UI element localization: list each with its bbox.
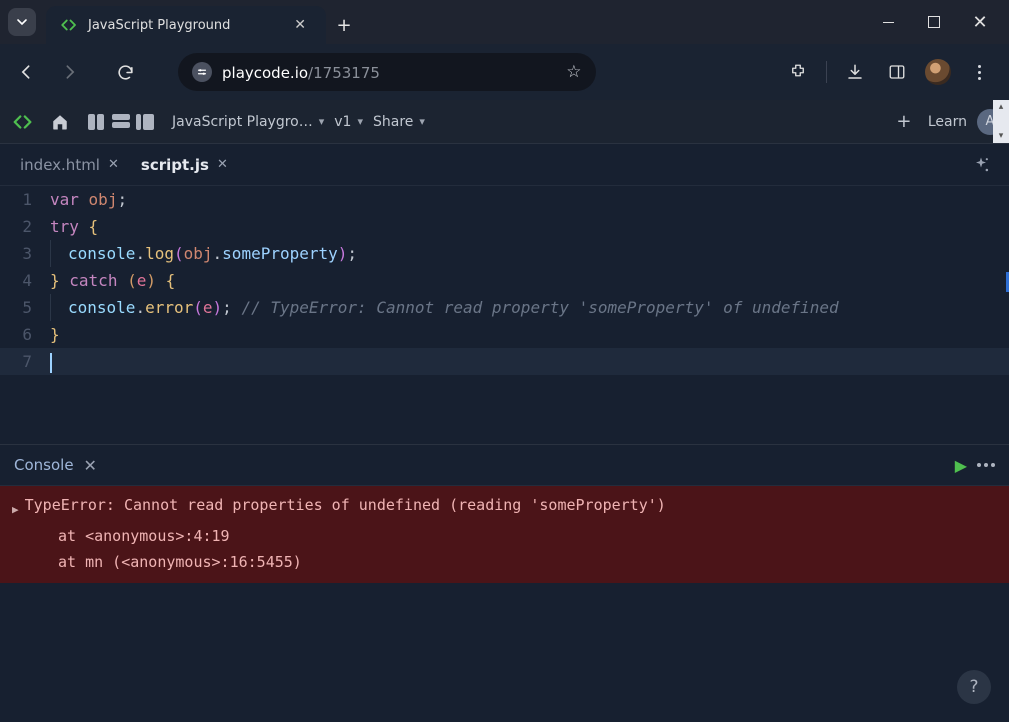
tab-search-dropdown[interactable] [8,8,36,36]
layout-selector [88,114,154,130]
ai-sparkle-icon[interactable] [971,155,991,175]
bookmark-icon[interactable]: ☆ [566,62,581,82]
site-settings-icon[interactable] [192,62,212,82]
error-message: TypeError: Cannot read properties of und… [25,492,666,518]
expand-triangle-icon[interactable]: ▶ [12,497,19,523]
window-maximize-button[interactable] [911,0,957,44]
share-dropdown[interactable]: Share▾ [373,114,425,130]
profile-avatar[interactable] [925,59,951,85]
back-button[interactable] [10,55,44,89]
version-dropdown[interactable]: v1▾ [334,114,363,130]
code-editor[interactable]: 1var obj; 2try { 3console.log(obj.somePr… [0,186,1009,444]
separator [826,61,827,83]
window-close-button[interactable]: ✕ [957,0,1003,44]
browser-tab-title: JavaScript Playground [88,18,278,33]
forward-button[interactable] [52,55,86,89]
line-number: 7 [0,348,50,375]
line-number: 5 [0,294,50,321]
close-icon[interactable]: ✕ [217,157,228,172]
chevron-down-icon: ▾ [357,115,363,128]
tab-index-html[interactable]: index.html ✕ [12,150,127,180]
playcode-logo-icon[interactable] [10,109,36,135]
browser-menu-icon[interactable] [965,58,993,86]
window-controls: ✕ [865,0,1009,44]
new-file-button[interactable]: + [890,108,918,136]
extensions-icon[interactable] [784,58,812,86]
url-bar[interactable]: playcode.io/1753175 ☆ [178,53,596,91]
side-panel-icon[interactable] [883,58,911,86]
line-number: 2 [0,213,50,240]
browser-titlebar: JavaScript Playground ✕ + ✕ [0,0,1009,44]
stack-frame: at <anonymous>:4:19 [12,523,997,549]
editor-tabs: index.html ✕ script.js ✕ [0,144,1009,186]
line-number: 1 [0,186,50,213]
app-header: JavaScript Playgro…▾ v1▾ Share▾ + Learn … [0,100,1009,144]
stack-frame: at mn (<anonymous>:16:5455) [12,549,997,575]
console-error: ▶TypeError: Cannot read properties of un… [0,486,1009,583]
text-cursor [50,353,52,373]
layout-columns-button[interactable] [88,114,106,130]
chevron-down-icon: ▾ [419,115,425,128]
close-icon[interactable]: ✕ [108,157,119,172]
console-header: Console ✕ ▶ [0,444,1009,486]
console-output[interactable]: ▶TypeError: Cannot read properties of un… [0,486,1009,722]
learn-link[interactable]: Learn [928,114,967,130]
line-number: 4 [0,267,50,294]
line-number: 6 [0,321,50,348]
layout-split-button[interactable] [136,114,154,130]
browser-tab-active[interactable]: JavaScript Playground ✕ [46,6,326,44]
chevron-down-icon: ▾ [319,115,325,128]
layout-rows-button[interactable] [112,114,130,130]
url-domain: playcode.io/1753175 [222,63,380,82]
playcode-favicon-icon [60,16,78,34]
reload-button[interactable] [108,55,142,89]
help-button[interactable]: ? [957,670,991,704]
home-icon[interactable] [46,108,74,136]
run-button[interactable]: ▶ [955,456,967,475]
console-menu-icon[interactable] [977,463,995,467]
new-tab-button[interactable]: + [326,6,362,44]
browser-toolbar: playcode.io/1753175 ☆ [0,44,1009,100]
console-title: Console [14,456,74,474]
tab-script-js[interactable]: script.js ✕ [133,150,236,180]
tab-label: index.html [20,156,100,174]
close-icon[interactable]: ✕ [84,456,97,475]
window-minimize-button[interactable] [865,0,911,44]
downloads-icon[interactable] [841,58,869,86]
project-name-dropdown[interactable]: JavaScript Playgro…▾ [172,114,324,130]
tab-label: script.js [141,156,209,174]
page-vertical-scrollbar[interactable]: ▴▾ [993,100,1009,143]
tab-close-icon[interactable]: ✕ [288,15,312,35]
line-number: 3 [0,240,50,267]
